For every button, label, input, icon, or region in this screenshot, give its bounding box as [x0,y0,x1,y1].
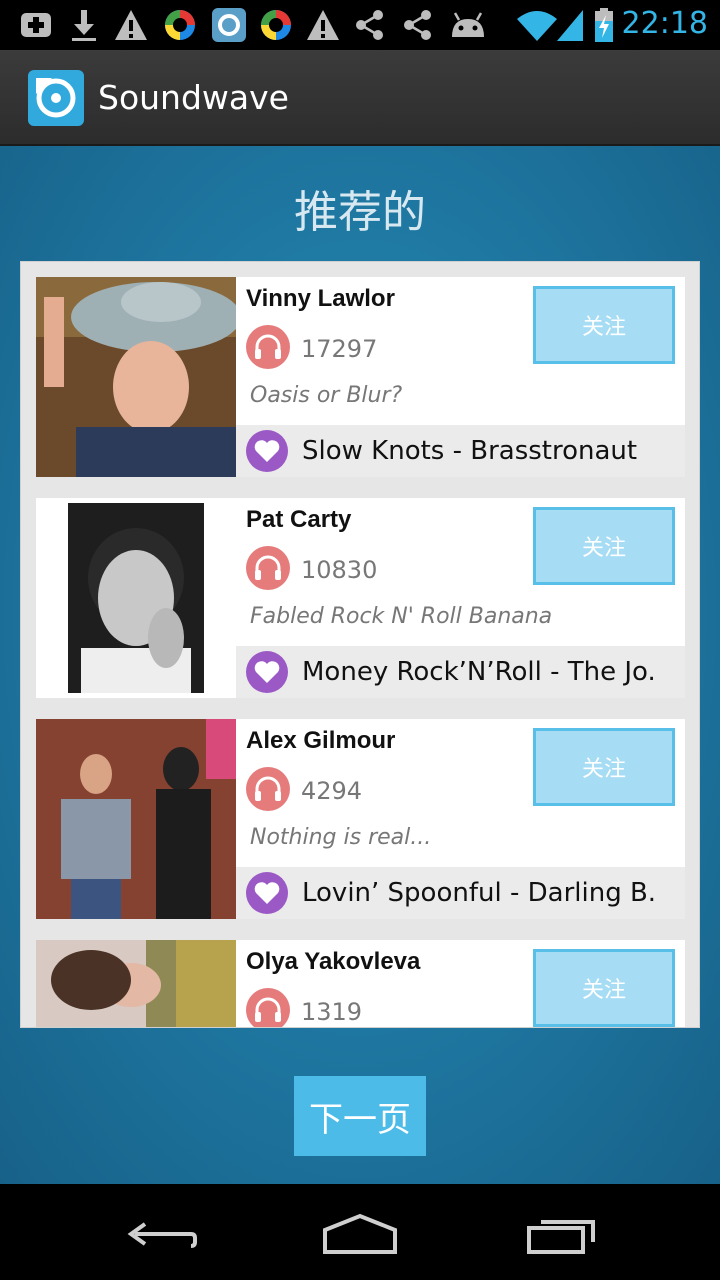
navigation-bar [0,1184,720,1280]
favorite-song: Money Rock’N’Roll - The Jo. [302,657,656,687]
follow-button[interactable]: 关注 [533,949,675,1027]
headphones-icon [246,988,290,1027]
wifi-icon [517,11,557,41]
android-icon [452,12,484,37]
favorite-song: Lovin’ Spoonful - Darling B. [302,878,657,908]
user-photo [36,719,236,919]
screen: 22:18 Soundwave 推荐的 Vinny Lawlor 17297 O… [0,0,720,1280]
signal-icon [557,10,583,41]
home-icon[interactable] [315,1202,405,1262]
soundwave-logo-icon[interactable] [28,70,84,126]
page-heading: 推荐的 [294,187,426,238]
app-title: Soundwave [98,78,289,117]
user-photo [36,940,236,1027]
app-q-icon [212,8,246,42]
warning-icon [307,10,339,40]
user-name[interactable]: Olya Yakovleva [246,948,420,976]
play-count: 4294 [301,777,363,805]
headphones-icon [246,546,290,590]
heart-icon [246,651,288,693]
add-notification-icon [21,13,51,37]
recent-apps-icon[interactable] [517,1202,607,1262]
favorite-song: Slow Knots - Brasstronaut [302,436,638,466]
user-bio: Fabled Rock N' Roll Banana [250,604,553,629]
play-count: 17297 [301,335,378,363]
colorful-app-icon [261,10,291,40]
user-name[interactable]: Vinny Lawlor [246,285,395,313]
user-photo [36,277,236,477]
back-icon[interactable] [115,1202,205,1262]
content-area: 推荐的 Vinny Lawlor 17297 Oasis or Blur? 关注… [0,146,720,1184]
headphones-icon [246,325,290,369]
heart-icon [246,430,288,472]
status-bar: 22:18 [0,0,720,50]
follow-button[interactable]: 关注 [533,507,675,585]
favorite-song-row[interactable]: Lovin’ Spoonful - Darling B. [236,867,685,919]
user-card[interactable]: Alex Gilmour 4294 Nothing is real... 关注 … [36,719,685,919]
headphones-icon [246,767,290,811]
follow-button[interactable]: 关注 [533,728,675,806]
follow-button[interactable]: 关注 [533,286,675,364]
heart-icon [246,872,288,914]
favorite-song-row[interactable]: Slow Knots - Brasstronaut [236,425,685,477]
next-page-button[interactable]: 下一页 [294,1076,426,1156]
user-bio: Oasis or Blur? [250,383,403,408]
user-name[interactable]: Alex Gilmour [246,727,395,755]
user-card[interactable]: Pat Carty 10830 Fabled Rock N' Roll Bana… [36,498,685,698]
user-card[interactable]: Vinny Lawlor 17297 Oasis or Blur? 关注 Slo… [36,277,685,477]
action-bar: Soundwave [0,50,720,146]
favorite-song-row[interactable]: Money Rock’N’Roll - The Jo. [236,646,685,698]
battery-charging-icon [595,8,613,42]
colorful-app-icon [165,10,195,40]
user-name[interactable]: Pat Carty [246,506,351,534]
clock: 22:18 [621,6,708,41]
share-icon [356,10,383,40]
play-count: 1319 [301,998,363,1026]
recommended-users-list[interactable]: Vinny Lawlor 17297 Oasis or Blur? 关注 Slo… [20,261,700,1028]
download-icon [72,10,96,41]
warning-icon [115,10,147,40]
user-bio: Nothing is real... [250,825,432,850]
share-icon [404,10,431,40]
user-card[interactable]: Olya Yakovleva 1319 关注 [36,940,685,1027]
user-photo [36,498,236,698]
play-count: 10830 [301,556,378,584]
